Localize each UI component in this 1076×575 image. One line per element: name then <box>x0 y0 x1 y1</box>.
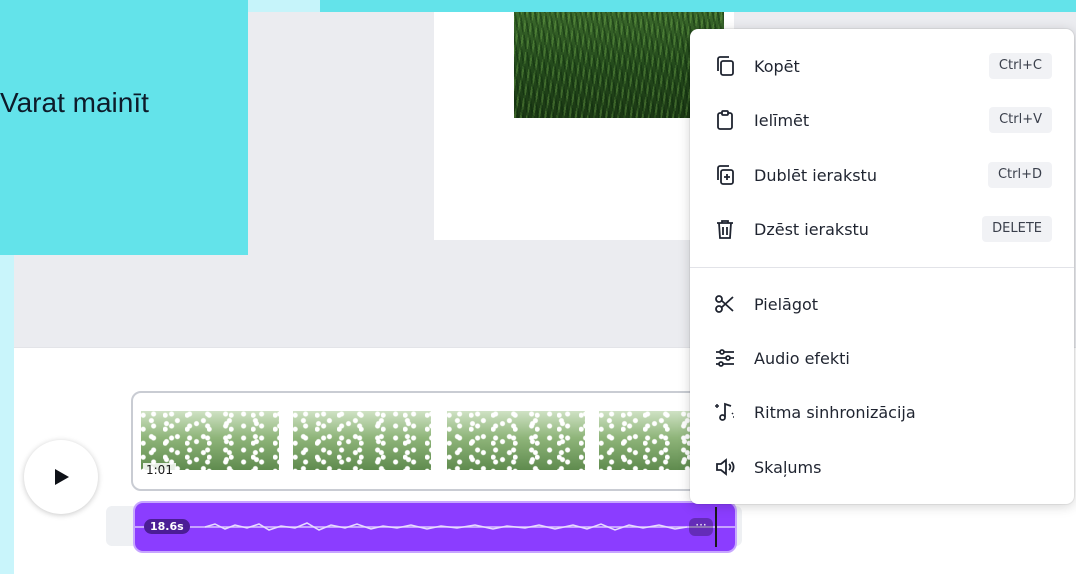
shortcut-badge: Ctrl+V <box>989 107 1052 133</box>
menu-item-label: Dublēt ierakstu <box>754 165 877 185</box>
menu-item-delete[interactable]: Dzēst ierakstu DELETE <box>690 207 1074 251</box>
sliders-icon <box>712 345 738 371</box>
scissors-icon <box>712 291 738 317</box>
video-duration: 1:01 <box>143 463 176 477</box>
audio-waveform <box>135 522 735 531</box>
audio-duration: 18.6s <box>144 519 190 534</box>
paste-icon <box>712 107 738 133</box>
callout-box: Varat mainīt <box>0 0 248 255</box>
audio-more-button[interactable]: ··· <box>689 518 713 536</box>
duplicate-icon <box>712 162 738 188</box>
video-thumbnail <box>141 411 279 470</box>
shortcut-badge: DELETE <box>982 216 1052 242</box>
menu-item-label: Skaļums <box>754 457 822 477</box>
beat-sync-icon <box>712 399 738 425</box>
menu-item-duplicate[interactable]: Dublēt ierakstu Ctrl+D <box>690 153 1074 197</box>
menu-item-beat-sync[interactable]: Ritma sinhronizācija <box>690 390 1074 434</box>
top-cyan-strip <box>248 0 320 12</box>
menu-item-volume[interactable]: Skaļums <box>690 445 1074 489</box>
menu-item-label: Dzēst ierakstu <box>754 219 869 239</box>
menu-item-audio-effects[interactable]: Audio efekti <box>690 336 1074 380</box>
video-thumbnail <box>293 411 431 470</box>
menu-item-label: Kopēt <box>754 56 800 76</box>
playhead[interactable] <box>715 507 717 547</box>
video-thumbnail <box>447 411 585 470</box>
menu-item-label: Audio efekti <box>754 348 850 368</box>
context-menu: Kopēt Ctrl+C Ielīmēt Ctrl+V Dublēt ierak… <box>690 29 1074 504</box>
top-cyan-bar <box>320 0 1076 12</box>
shortcut-badge: Ctrl+D <box>987 162 1052 188</box>
audio-track[interactable]: 18.6s ··· <box>133 501 737 553</box>
menu-item-label: Pielāgot <box>754 294 819 314</box>
volume-icon <box>712 454 738 480</box>
video-track[interactable]: 1:01 <box>131 391 735 491</box>
left-cyan-strip <box>0 255 14 574</box>
callout-text: Varat mainīt <box>0 86 149 118</box>
menu-item-adjust[interactable]: Pielāgot <box>690 282 1074 326</box>
menu-item-copy[interactable]: Kopēt Ctrl+C <box>690 44 1074 88</box>
copy-icon <box>712 53 738 79</box>
menu-divider <box>690 267 1074 268</box>
menu-item-paste[interactable]: Ielīmēt Ctrl+V <box>690 98 1074 142</box>
menu-item-label: Ielīmēt <box>754 110 810 130</box>
shortcut-badge: Ctrl+C <box>988 53 1052 79</box>
menu-item-label: Ritma sinhronizācija <box>754 402 916 422</box>
play-icon <box>55 469 69 485</box>
play-button[interactable] <box>24 440 98 514</box>
trash-icon <box>712 216 738 242</box>
